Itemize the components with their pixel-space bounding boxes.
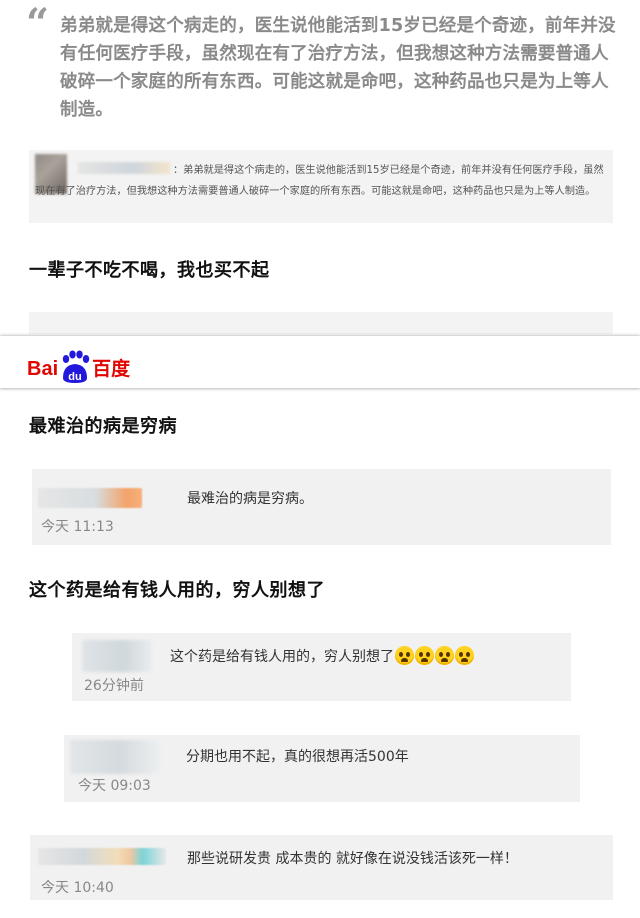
logo-du-text: du — [68, 371, 81, 383]
comment-time: 今天 09:03 — [78, 778, 151, 794]
comment-text: 分期也用不起，真的很想再活500年 — [186, 749, 409, 765]
quote-text: 弟弟就是得这个病走的，医生说他能活到15岁已经是个奇迹，前年并没有任何医疗手段，… — [60, 16, 616, 120]
section-heading: 这个药是给有钱人用的，穷人别想了 — [29, 580, 325, 601]
comment-time: 今天 11:13 — [41, 519, 114, 535]
blurred-username — [38, 488, 142, 508]
baidu-logo: Bai du 百度 — [27, 344, 130, 384]
comment-text: 最难治的病是穷病。 — [187, 491, 313, 507]
sad-face-emoji-icon — [435, 646, 454, 665]
comment-text: 那些说研发贵 成本贵的 就好像在说没钱活该死一样！ — [187, 851, 518, 867]
logo-chinese-text: 百度 — [92, 358, 131, 380]
logo-bai-text: Bai — [27, 358, 59, 380]
comment-time: 26分钟前 — [84, 678, 144, 694]
section-heading: 最难治的病是穷病 — [29, 416, 177, 437]
paw-icon: du — [59, 350, 91, 384]
comment-time: 今天 10:40 — [41, 880, 114, 896]
sad-face-emoji-icon — [395, 646, 414, 665]
blurred-username — [38, 848, 166, 865]
blurred-username — [82, 640, 152, 672]
sad-face-emoji-icon — [415, 646, 434, 665]
embedded-comment-text: ：弟弟就是得这个病走的，医生说他能活到15岁已经是个奇迹，前年并没有任何医疗手段… — [35, 165, 604, 197]
cropped-comment-card — [29, 312, 613, 334]
section-heading: 一辈子不吃不喝，我也买不起 — [29, 260, 270, 281]
sad-face-emoji-icon — [455, 646, 474, 665]
comment-text: 这个药是给有钱人用的，穷人别想了 — [170, 646, 474, 666]
blurred-username — [70, 740, 160, 774]
comment-text-content: 这个药是给有钱人用的，穷人别想了 — [170, 649, 394, 665]
quote-mark: “ — [26, 0, 50, 47]
